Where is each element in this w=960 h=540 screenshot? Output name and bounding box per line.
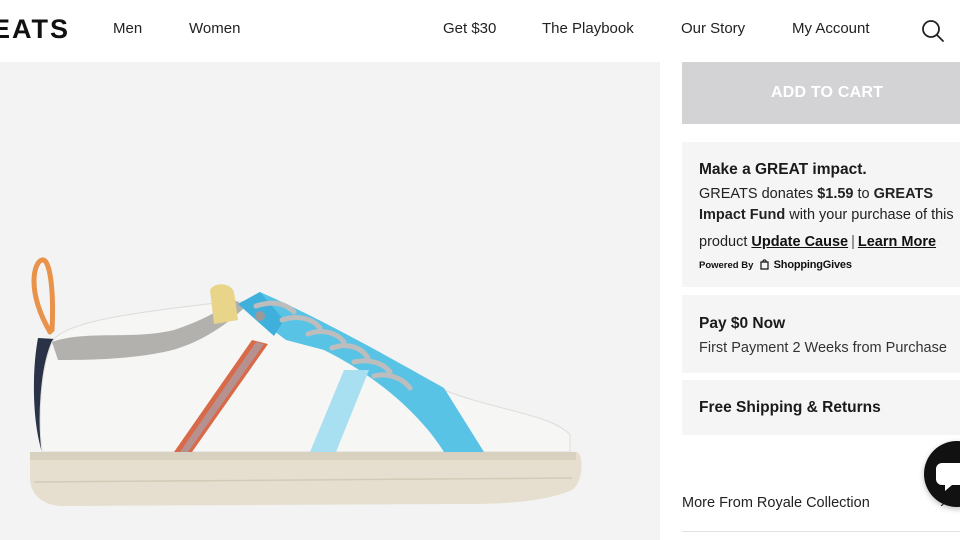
- shoppinggives-logo[interactable]: ShoppingGives: [774, 259, 852, 271]
- impact-line-2: Impact Fund with your purchase of this: [699, 207, 954, 223]
- search-icon[interactable]: [920, 18, 946, 44]
- more-from-collection[interactable]: More From Royale Collection ›: [682, 490, 960, 530]
- product-image-sneaker[interactable]: [24, 220, 584, 530]
- product-gallery[interactable]: [0, 62, 660, 540]
- add-to-cart-button[interactable]: ADD TO CART: [682, 62, 960, 124]
- link-separator: |: [851, 234, 855, 250]
- chat-icon: [936, 463, 960, 491]
- impact-card: Make a GREAT impact. GREATS donates $1.5…: [682, 142, 960, 287]
- shipping-title: Free Shipping & Returns: [699, 399, 881, 416]
- impact-line-1: GREATS donates $1.59 to GREATS: [699, 186, 934, 202]
- shipping-card: Free Shipping & Returns: [682, 380, 960, 435]
- impact-title: Make a GREAT impact.: [699, 161, 867, 178]
- nav-my-account[interactable]: My Account: [792, 20, 870, 37]
- nav-the-playbook[interactable]: The Playbook: [542, 20, 634, 37]
- update-cause-link[interactable]: Update Cause: [751, 234, 848, 250]
- nav-get-30[interactable]: Get $30: [443, 20, 496, 37]
- chat-launcher-button[interactable]: [924, 441, 960, 507]
- nav-our-story[interactable]: Our Story: [681, 20, 745, 37]
- payment-card: Pay $0 Now First Payment 2 Weeks from Pu…: [682, 295, 960, 373]
- payment-title: Pay $0 Now: [699, 315, 786, 332]
- shoppinggives-bag-icon: [760, 259, 769, 270]
- nav-men[interactable]: Men: [113, 20, 142, 37]
- divider: [682, 531, 960, 532]
- purchase-panel: ADD TO CART Make a GREAT impact. GREATS …: [660, 62, 960, 540]
- brand-logo[interactable]: EATS: [0, 14, 70, 45]
- powered-by: Powered By ShoppingGives: [699, 259, 852, 271]
- impact-line-3: product Update Cause | Learn More: [699, 234, 937, 250]
- payment-subtitle: First Payment 2 Weeks from Purchase: [699, 340, 947, 356]
- collection-label: More From Royale Collection: [682, 495, 870, 511]
- learn-more-link[interactable]: Learn More: [858, 234, 936, 250]
- site-header: EATS Men Women Get $30 The Playbook Our …: [0, 0, 960, 62]
- nav-women[interactable]: Women: [189, 20, 240, 37]
